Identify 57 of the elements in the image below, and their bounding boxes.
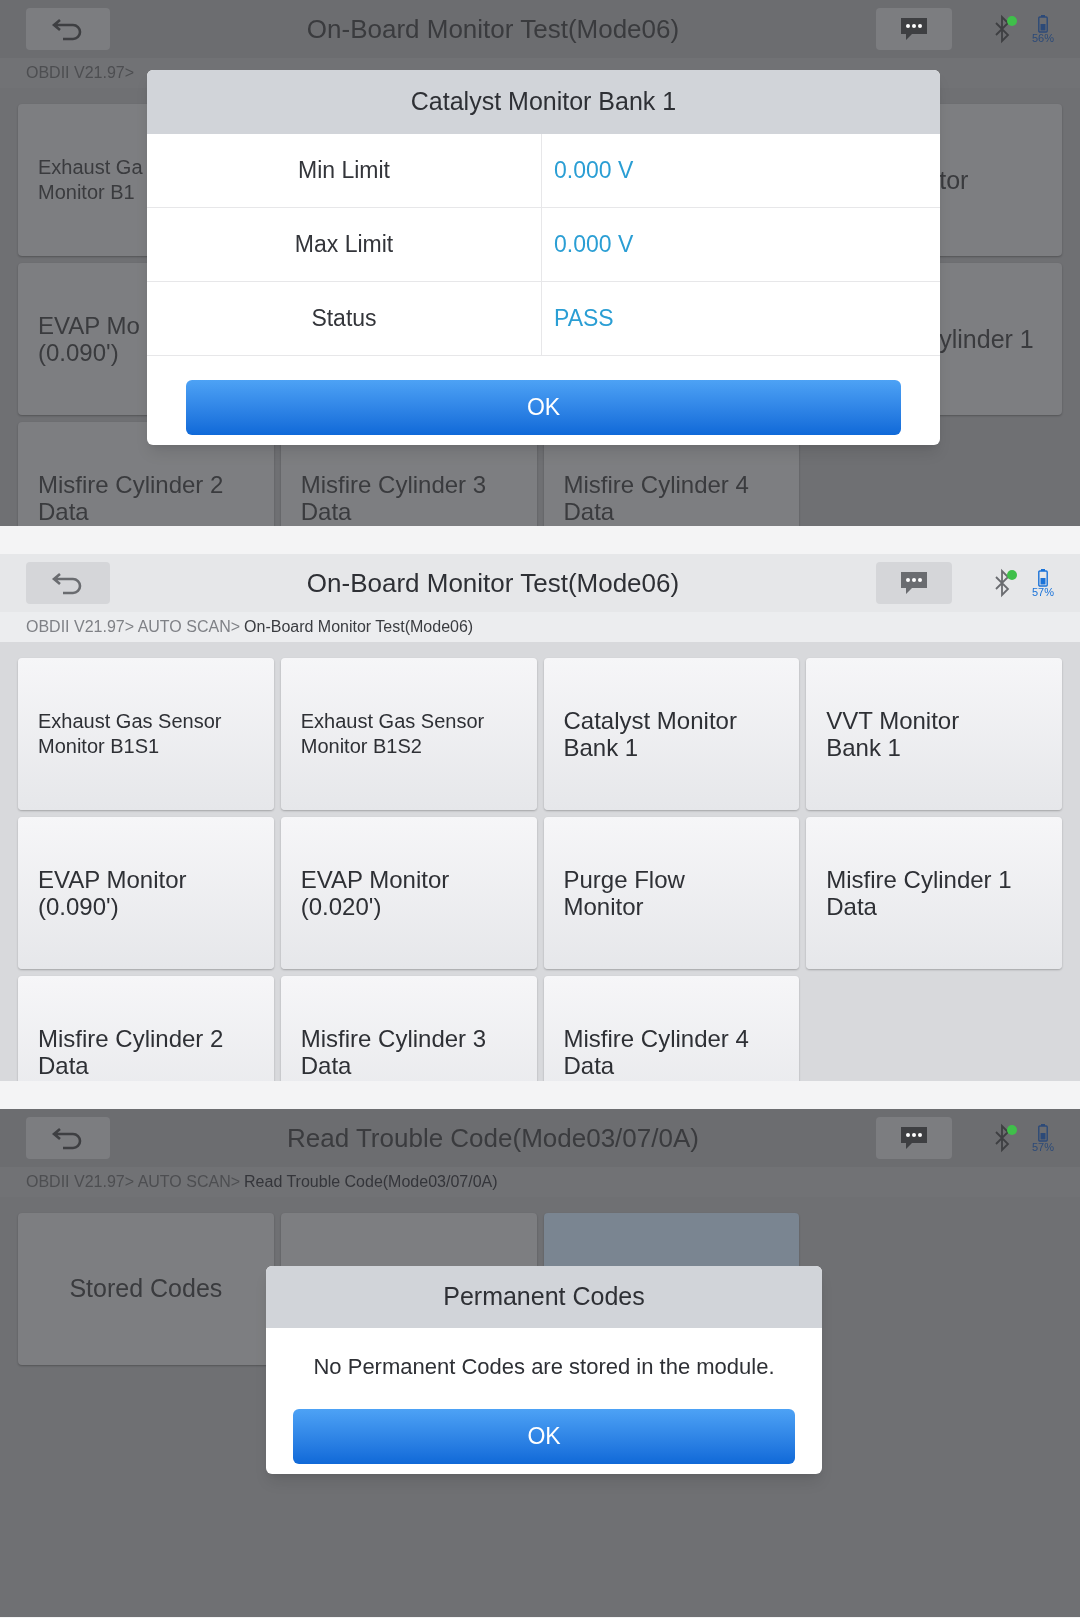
menu-tile[interactable]: VVT Monitor Bank 1 xyxy=(806,658,1062,810)
row-label: Min Limit xyxy=(147,134,542,207)
screen-title: On-Board Monitor Test(Mode06) xyxy=(305,566,681,600)
battery-percent: 57% xyxy=(1031,1141,1054,1153)
tile-label: Misfire Cylinder 3 Data xyxy=(299,471,488,525)
breadcrumb-current: Read Trouble Code(Mode03/07/0A) xyxy=(244,1172,498,1192)
row-label: Status xyxy=(147,282,542,355)
tile-label: EVAP Monitor (0.020') xyxy=(299,866,451,920)
tile-label: Purge Flow Monitor xyxy=(562,866,686,920)
breadcrumb-current: On-Board Monitor Test(Mode06) xyxy=(244,617,474,637)
dialog-message: No Permanent Codes are stored in the module. xyxy=(312,1353,776,1381)
tile-label: Misfire Cylinder 2 Data xyxy=(37,1025,225,1079)
tile-label: Stored Codes xyxy=(68,1273,224,1305)
tile-label: tor xyxy=(938,166,969,194)
breadcrumb-path: OBDII V21.97> AUTO SCAN> xyxy=(26,617,241,637)
tile-label: Misfire Cylinder 4 Data xyxy=(562,471,750,525)
menu-tile[interactable]: EVAP Monitor (0.020') xyxy=(280,817,537,969)
battery-icon xyxy=(1038,14,1048,33)
menu-tile[interactable]: Misfire Cylinder 2 Data xyxy=(18,976,274,1081)
menu-tile[interactable]: Exhaust Gas Sensor Monitor B1S1 xyxy=(18,658,274,810)
ok-button[interactable]: OK xyxy=(293,1409,795,1464)
tile-label: Exhaust Gas Sensor Monitor B1S1 xyxy=(37,709,223,759)
message-button[interactable] xyxy=(875,8,952,50)
menu-tile[interactable]: Exhaust Gas Sensor Monitor B1S2 xyxy=(280,658,537,810)
battery-icon xyxy=(1038,1123,1048,1142)
battery-percent: 56% xyxy=(1031,32,1054,44)
menu-tile[interactable]: EVAP Monitor (0.090') xyxy=(18,817,274,969)
tile-label: ylinder 1 xyxy=(938,325,1034,353)
row-value: PASS xyxy=(553,304,615,334)
dialog-title: Permanent Codes xyxy=(443,1281,645,1313)
battery-icon xyxy=(1038,568,1048,587)
menu-tile[interactable]: Misfire Cylinder 1 Data xyxy=(806,817,1062,969)
tile-label: VVT Monitor Bank 1 xyxy=(825,707,961,761)
menu-tile[interactable]: Misfire Cylinder 4 Data xyxy=(543,976,800,1081)
battery-percent: 57% xyxy=(1031,586,1054,598)
row-label: Max Limit xyxy=(147,208,542,281)
ok-button[interactable]: OK xyxy=(186,380,901,435)
dialog-title: Catalyst Monitor Bank 1 xyxy=(410,86,677,118)
tile-label: Misfire Cylinder 4 Data xyxy=(562,1025,750,1079)
menu-tile[interactable]: Catalyst Monitor Bank 1 xyxy=(543,658,800,810)
tile-label: Misfire Cylinder 2 Data xyxy=(37,471,225,525)
back-button[interactable] xyxy=(26,1117,110,1159)
back-button[interactable] xyxy=(26,562,110,604)
tile-label: Exhaust Gas Sensor Monitor B1S2 xyxy=(299,709,486,759)
tile-label: EVAP Mo (0.090') xyxy=(37,312,141,366)
menu-tile[interactable]: Purge Flow Monitor xyxy=(543,817,800,969)
message-button[interactable] xyxy=(875,562,952,604)
back-button[interactable] xyxy=(26,8,110,50)
row-value: 0.000 V xyxy=(553,156,635,186)
tile-label: Exhaust Ga Monitor B1 xyxy=(37,155,144,205)
menu-tile[interactable]: Misfire Cylinder 3 Data xyxy=(280,976,537,1081)
message-button[interactable] xyxy=(875,1117,952,1159)
tile-label: Misfire Cylinder 3 Data xyxy=(299,1025,488,1079)
tile-label: Misfire Cylinder 1 Data xyxy=(825,866,1013,920)
tile-label: Catalyst Monitor Bank 1 xyxy=(562,707,738,761)
tile-label: EVAP Monitor (0.090') xyxy=(37,866,188,920)
row-value: 0.000 V xyxy=(553,230,635,260)
